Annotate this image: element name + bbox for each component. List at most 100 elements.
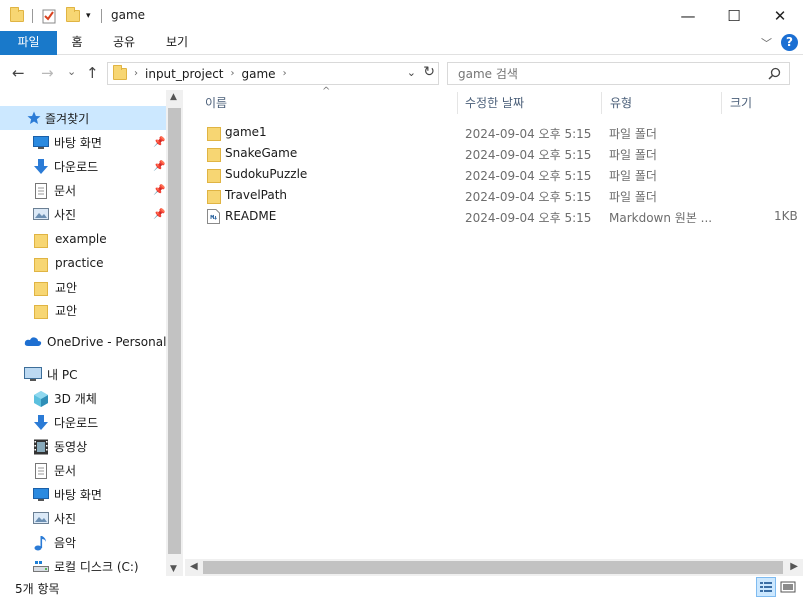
large-icons-view-button[interactable] <box>778 577 798 597</box>
file-row[interactable]: SnakeGame 2024-09-04 오후 5:15 파일 폴더 <box>190 143 803 164</box>
sidebar-item-documents[interactable]: 문서 📌 <box>0 178 166 202</box>
sidebar-item-label: 3D 개체 <box>54 391 97 406</box>
help-icon[interactable]: ? <box>781 34 798 51</box>
sidebar-item-label: 문서 <box>54 463 77 478</box>
sidebar-item-pictures[interactable]: 사진 <box>0 506 76 530</box>
sidebar-item-folder[interactable]: 교안 <box>0 275 77 299</box>
sidebar-item-3d-objects[interactable]: 3D 개체 <box>0 386 97 410</box>
file-name: SudokuPuzzle <box>225 167 308 181</box>
back-button[interactable]: ← <box>12 64 25 82</box>
sidebar-item-desktop[interactable]: 바탕 화면 📌 <box>0 130 166 154</box>
column-divider[interactable] <box>601 92 602 114</box>
scroll-up-icon[interactable]: ▲ <box>170 92 177 102</box>
customize-toolbar-icon[interactable]: ▾ <box>86 7 91 25</box>
chevron-right-icon[interactable]: › <box>283 68 287 79</box>
address-bar[interactable]: › input_project › game › ⌄ ↻ <box>107 62 439 85</box>
folder-icon <box>207 125 221 144</box>
properties-icon[interactable] <box>42 7 56 25</box>
file-type: 파일 폴더 <box>609 127 657 141</box>
sidebar-item-label: 바탕 화면 <box>54 487 102 502</box>
maximize-button[interactable]: ☐ <box>711 0 757 31</box>
star-icon <box>27 111 41 125</box>
desktop-icon <box>33 487 49 501</box>
pin-icon[interactable]: 📌 <box>153 161 165 172</box>
sidebar-item-pictures[interactable]: 사진 📌 <box>0 202 166 226</box>
sidebar-item-local-disk[interactable]: 로컬 디스크 (C:) <box>0 554 139 576</box>
sidebar-item-quick-access[interactable]: 즐겨찾기 <box>0 106 166 130</box>
sidebar-item-label: 문서 <box>54 183 77 198</box>
scroll-right-icon[interactable]: ▶ <box>790 561 798 572</box>
recent-locations-button[interactable]: ⌄ <box>67 65 76 78</box>
sidebar-item-label: 음악 <box>54 535 77 550</box>
sidebar-item-label: 사진 <box>54 207 77 222</box>
pin-icon[interactable]: 📌 <box>153 185 165 196</box>
details-view-button[interactable] <box>756 577 776 597</box>
markdown-file-icon <box>207 209 220 227</box>
expand-ribbon-icon[interactable]: ﹀ <box>761 35 772 51</box>
column-divider[interactable] <box>721 92 722 114</box>
search-input[interactable] <box>448 63 748 84</box>
sidebar-item-folder[interactable]: 교안 <box>0 298 77 322</box>
tab-home[interactable]: 홈 <box>60 31 94 55</box>
column-header-type[interactable]: 유형 <box>610 92 632 114</box>
tab-view[interactable]: 보기 <box>157 31 197 55</box>
scrollbar-thumb[interactable] <box>203 561 783 574</box>
file-row[interactable]: TravelPath 2024-09-04 오후 5:15 파일 폴더 <box>190 185 803 206</box>
up-button[interactable]: ↑ <box>86 64 99 82</box>
sidebar-item-folder[interactable]: example <box>0 227 107 251</box>
sort-ascending-icon: ^ <box>322 86 331 97</box>
file-row[interactable]: SudokuPuzzle 2024-09-04 오후 5:15 파일 폴더 <box>190 164 803 185</box>
chevron-right-icon[interactable]: › <box>134 68 138 79</box>
sidebar-item-downloads[interactable]: 다운로드 📌 <box>0 154 166 178</box>
sidebar-item-desktop[interactable]: 바탕 화면 <box>0 482 102 506</box>
column-divider[interactable] <box>457 92 458 114</box>
forward-button[interactable]: → <box>41 64 54 82</box>
column-header-name[interactable]: 이름 <box>205 92 227 114</box>
minimize-button[interactable]: — <box>665 0 711 31</box>
file-name: README <box>225 209 277 223</box>
folder-icon <box>207 146 221 165</box>
desktop-icon <box>33 135 49 149</box>
sidebar-item-folder[interactable]: practice <box>0 251 104 275</box>
breadcrumb-game[interactable]: game <box>242 67 276 81</box>
sidebar-item-label: 사진 <box>54 511 77 526</box>
file-date: 2024-09-04 오후 5:15 <box>465 169 592 183</box>
sidebar-scrollbar[interactable]: ▲ ▼ <box>166 90 183 576</box>
file-row[interactable]: README 2024-09-04 오후 5:15 Markdown 원본 ..… <box>190 206 803 227</box>
horizontal-scrollbar[interactable]: ◀ ▶ <box>185 559 803 576</box>
drive-icon <box>33 559 49 573</box>
address-dropdown-icon[interactable]: ⌄ <box>407 66 416 79</box>
search-icon[interactable] <box>768 67 781 83</box>
tab-share[interactable]: 공유 <box>104 31 144 55</box>
tab-file[interactable]: 파일 <box>0 31 57 55</box>
scroll-left-icon[interactable]: ◀ <box>190 561 198 572</box>
close-button[interactable]: ✕ <box>757 0 803 31</box>
column-header-date[interactable]: 수정한 날짜 <box>465 92 524 114</box>
3d-objects-icon <box>33 391 49 407</box>
file-size: 1KB <box>774 209 798 223</box>
scrollbar-thumb[interactable] <box>168 108 181 554</box>
breadcrumb-input-project[interactable]: input_project <box>145 67 224 81</box>
sidebar-item-label: 동영상 <box>54 439 88 454</box>
scroll-down-icon[interactable]: ▼ <box>170 564 177 574</box>
sidebar-item-this-pc[interactable]: 내 PC <box>0 362 77 386</box>
column-header-size[interactable]: 크기 <box>730 92 752 114</box>
sidebar-item-videos[interactable]: 동영상 <box>0 434 87 458</box>
pin-icon[interactable]: 📌 <box>153 137 165 148</box>
file-date: 2024-09-04 오후 5:15 <box>465 190 592 204</box>
download-icon <box>33 159 49 174</box>
chevron-right-icon[interactable]: › <box>231 68 235 79</box>
refresh-icon[interactable]: ↻ <box>423 64 435 80</box>
item-count: 5개 항목 <box>15 582 60 596</box>
new-folder-icon[interactable] <box>66 7 80 25</box>
sidebar-item-music[interactable]: 음악 <box>0 530 76 554</box>
sidebar-item-documents[interactable]: 문서 <box>0 458 76 482</box>
sidebar-item-downloads[interactable]: 다운로드 <box>0 410 98 434</box>
file-row[interactable]: game1 2024-09-04 오후 5:15 파일 폴더 <box>190 122 803 143</box>
sidebar-item-label: 내 PC <box>47 367 78 382</box>
sidebar-item-onedrive[interactable]: OneDrive - Personal <box>0 330 166 354</box>
folder-icon <box>34 232 50 248</box>
file-date: 2024-09-04 오후 5:15 <box>465 148 592 162</box>
pin-icon[interactable]: 📌 <box>153 209 165 220</box>
file-type: Markdown 원본 ... <box>609 211 713 225</box>
